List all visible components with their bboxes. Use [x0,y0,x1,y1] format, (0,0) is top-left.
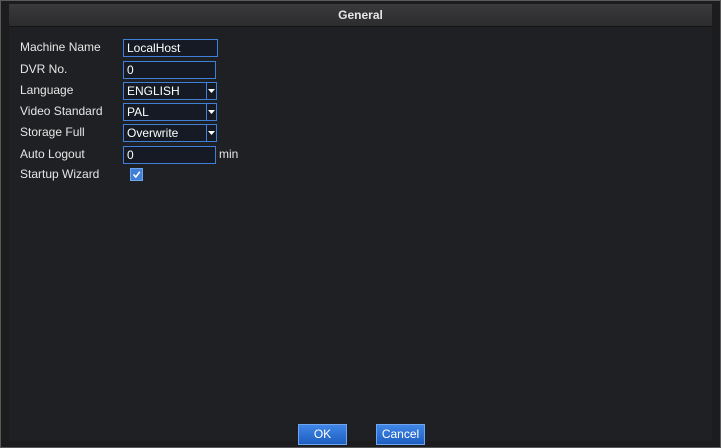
auto-logout-input[interactable]: 0 [123,146,216,164]
startup-wizard-checkbox[interactable] [130,168,143,181]
chevron-down-icon[interactable] [206,104,216,120]
auto-logout-label: Auto Logout [20,147,85,161]
checkmark-icon [132,171,141,179]
auto-logout-unit: min [219,147,239,161]
language-label: Language [20,83,74,97]
storage-full-label: Storage Full [20,125,85,139]
machine-name-input[interactable]: LocalHost [123,39,218,57]
storage-full-select[interactable]: Overwrite [123,124,217,142]
language-select[interactable]: ENGLISH [123,82,217,100]
general-dialog: General Machine Name LocalHost DVR No. 0… [0,0,721,448]
storage-full-value: Overwrite [127,126,179,140]
startup-wizard-label: Startup Wizard [20,167,100,181]
chevron-down-icon[interactable] [206,125,216,141]
video-standard-label: Video Standard [20,104,103,118]
dvr-no-label: DVR No. [20,62,68,76]
video-standard-select[interactable]: PAL [123,103,217,121]
ok-button[interactable]: OK [298,424,347,445]
cancel-button[interactable]: Cancel [376,424,425,445]
settings-panel: Machine Name LocalHost DVR No. 0 Languag… [9,27,712,445]
dialog-title: General [338,8,383,22]
dvr-no-input[interactable]: 0 [123,61,216,79]
language-value: ENGLISH [127,84,180,98]
title-bar: General [9,4,712,27]
video-standard-value: PAL [127,105,149,119]
chevron-down-icon[interactable] [206,83,216,99]
machine-name-label: Machine Name [20,40,101,54]
